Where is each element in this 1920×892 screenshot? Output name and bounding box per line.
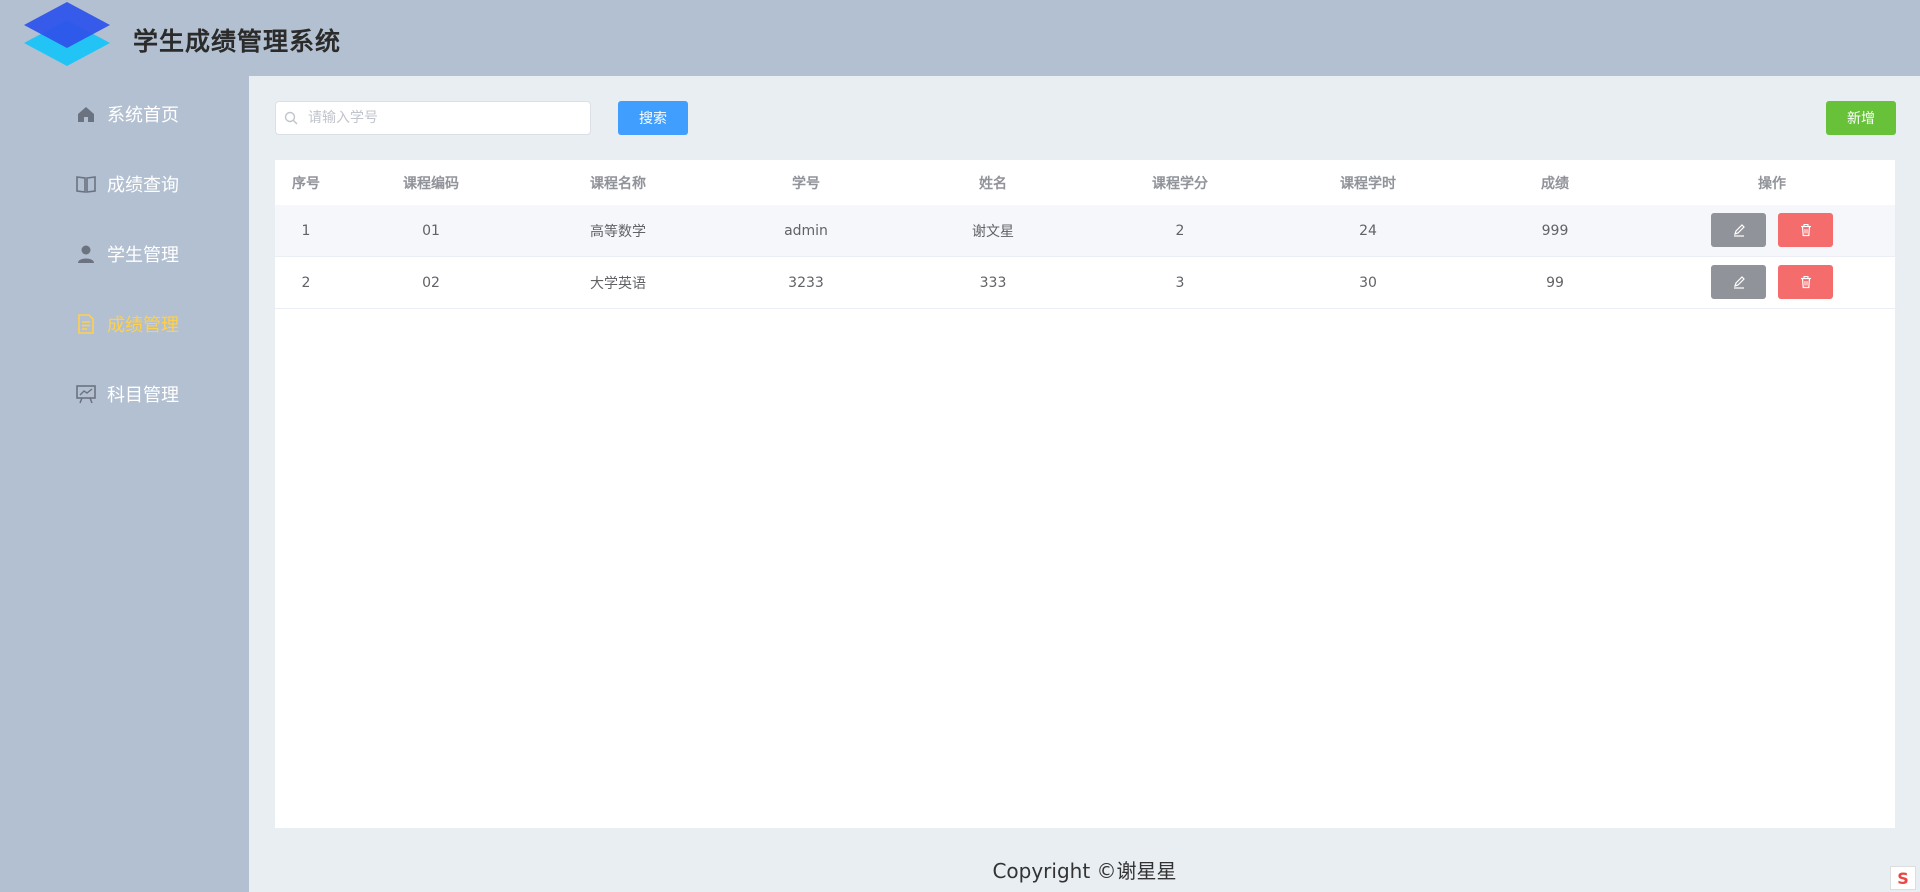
home-icon xyxy=(75,103,97,125)
table-cell: 02 xyxy=(422,274,440,291)
column-header: 学号 xyxy=(792,175,820,192)
edit-icon xyxy=(1733,276,1745,289)
search-button[interactable]: 搜索 xyxy=(618,101,688,135)
table-row: 2 02 大学英语 3233 333 3 30 99 xyxy=(275,257,1895,309)
column-header: 课程编码 xyxy=(403,175,459,192)
column-header: 课程名称 xyxy=(590,175,646,192)
search-field[interactable] xyxy=(275,101,591,135)
table-cell: 30 xyxy=(1359,274,1377,291)
chart-board-icon xyxy=(75,383,97,405)
column-header: 成绩 xyxy=(1541,175,1569,192)
sidebar-item-home[interactable]: 系统首页 xyxy=(75,94,245,134)
user-icon xyxy=(75,243,97,265)
sidebar: 系统首页 成绩查询 学生管理 成绩管理 科目管理 xyxy=(0,76,249,892)
table-cell: 99 xyxy=(1546,274,1564,291)
search-input[interactable] xyxy=(306,109,580,127)
sidebar-item-subjects[interactable]: 科目管理 xyxy=(75,374,245,414)
table-cell: 3 xyxy=(1175,274,1185,291)
column-header: 序号 xyxy=(292,175,320,192)
table-cell: 999 xyxy=(1541,222,1569,239)
delete-button[interactable] xyxy=(1778,265,1833,299)
edit-button[interactable] xyxy=(1711,265,1766,299)
edit-button[interactable] xyxy=(1711,213,1766,247)
column-header: 课程学时 xyxy=(1340,175,1396,192)
table-cell: 高等数学 xyxy=(590,223,646,240)
logo-icon xyxy=(24,2,110,66)
table-cell: 大学英语 xyxy=(590,275,646,292)
sidebar-item-label: 成绩管理 xyxy=(107,315,179,336)
sidebar-item-score-query[interactable]: 成绩查询 xyxy=(75,164,245,204)
table-cell: 1 xyxy=(301,222,311,239)
table-cell: admin xyxy=(784,222,828,239)
search-icon xyxy=(276,111,306,125)
document-icon xyxy=(75,313,97,335)
table-cell: 333 xyxy=(979,274,1007,291)
book-icon xyxy=(75,173,97,195)
sidebar-item-students[interactable]: 学生管理 xyxy=(75,234,245,274)
sidebar-item-label: 科目管理 xyxy=(107,385,179,406)
column-header: 操作 xyxy=(1758,175,1786,192)
trash-icon xyxy=(1800,224,1811,237)
copyright-footer: Copyright ©谢星星 xyxy=(992,859,1177,883)
sidebar-item-score-management[interactable]: 成绩管理 xyxy=(75,304,245,344)
table-cell: 谢文星 xyxy=(972,223,1014,240)
table-cell: 01 xyxy=(422,222,440,239)
edit-icon xyxy=(1733,224,1745,237)
column-header: 姓名 xyxy=(979,175,1007,192)
table-row: 1 01 高等数学 admin 谢文星 2 24 999 xyxy=(275,205,1895,257)
add-button[interactable]: 新增 xyxy=(1826,101,1896,135)
table-cell: 2 xyxy=(301,274,311,291)
app-title: 学生成绩管理系统 xyxy=(133,27,342,56)
trash-icon xyxy=(1800,276,1811,289)
score-table: 序号 课程编码 课程名称 学号 姓名 课程学分 课程学时 成绩 操作 1 01 … xyxy=(275,160,1895,828)
app-header: 学生成绩管理系统 xyxy=(0,0,1920,76)
table-cell: 3233 xyxy=(788,274,824,291)
column-header: 课程学分 xyxy=(1152,175,1208,192)
ime-badge: S xyxy=(1890,866,1916,890)
sidebar-item-label: 成绩查询 xyxy=(107,175,179,196)
delete-button[interactable] xyxy=(1778,213,1833,247)
sidebar-item-label: 系统首页 xyxy=(107,105,179,126)
table-cell: 24 xyxy=(1359,222,1377,239)
table-cell: 2 xyxy=(1175,222,1185,239)
main-content: 搜索 新增 序号 课程编码 课程名称 学号 姓名 课程学分 课程学时 成绩 操作… xyxy=(249,76,1920,892)
ime-indicator[interactable]: S xyxy=(1890,866,1916,890)
table-header: 序号 课程编码 课程名称 学号 姓名 课程学分 课程学时 成绩 操作 xyxy=(275,160,1895,206)
sidebar-item-label: 学生管理 xyxy=(107,245,179,266)
